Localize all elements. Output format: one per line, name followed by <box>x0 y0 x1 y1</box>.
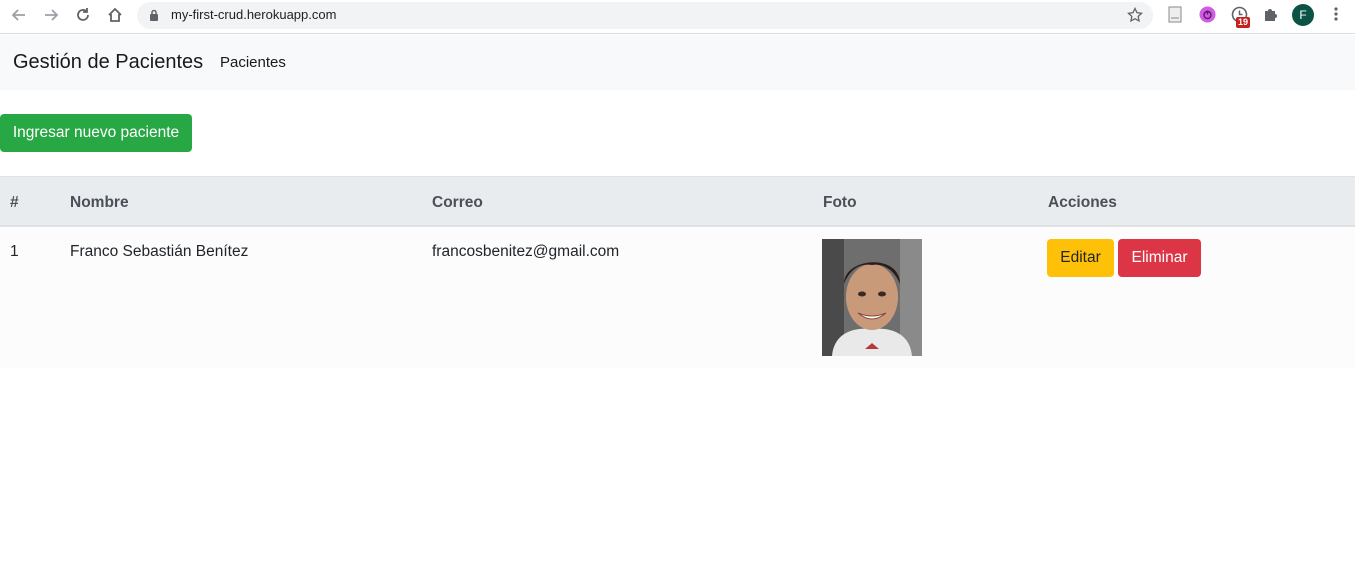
column-header-correo: Correo <box>432 194 483 211</box>
cell-nombre: Franco Sebastián Benítez <box>70 243 249 260</box>
kebab-menu-icon[interactable] <box>1327 5 1345 23</box>
patient-photo <box>822 239 922 356</box>
column-header-id: # <box>10 194 19 211</box>
document-extension-icon[interactable] <box>1166 5 1184 23</box>
back-icon[interactable] <box>8 4 30 26</box>
column-header-acciones: Acciones <box>1048 194 1117 211</box>
cell-id: 1 <box>10 243 19 260</box>
app-navbar: Gestión de Pacientes Pacientes <box>0 35 1355 90</box>
puzzle-extensions-icon[interactable] <box>1262 5 1280 23</box>
table-row: 1 Franco Sebastián Benítez francosbenite… <box>0 227 1355 368</box>
bookmark-star-icon[interactable] <box>1127 6 1143 28</box>
address-bar[interactable]: my-first-crud.herokuapp.com <box>137 2 1153 29</box>
reload-icon[interactable] <box>72 4 94 26</box>
nav-link-pacientes[interactable]: Pacientes <box>220 54 286 71</box>
profile-avatar[interactable]: F <box>1292 4 1314 26</box>
extension-badge: 19 <box>1236 17 1251 28</box>
navbar-brand[interactable]: Gestión de Pacientes <box>13 51 203 74</box>
home-icon[interactable] <box>104 4 126 26</box>
column-header-nombre: Nombre <box>70 194 129 211</box>
cell-correo: francosbenitez@gmail.com <box>432 243 620 260</box>
add-patient-button[interactable]: Ingresar nuevo paciente <box>0 114 192 152</box>
edit-button[interactable]: Editar <box>1047 239 1114 277</box>
power-extension-icon[interactable] <box>1198 5 1216 23</box>
delete-button[interactable]: Eliminar <box>1118 239 1201 277</box>
browser-toolbar: my-first-crud.herokuapp.com 19 F <box>0 0 1355 34</box>
table-header: # Nombre Correo Foto Acciones <box>0 176 1355 227</box>
forward-icon[interactable] <box>40 4 62 26</box>
column-header-foto: Foto <box>823 194 857 211</box>
url-text: my-first-crud.herokuapp.com <box>171 7 337 22</box>
lock-icon <box>149 9 159 27</box>
